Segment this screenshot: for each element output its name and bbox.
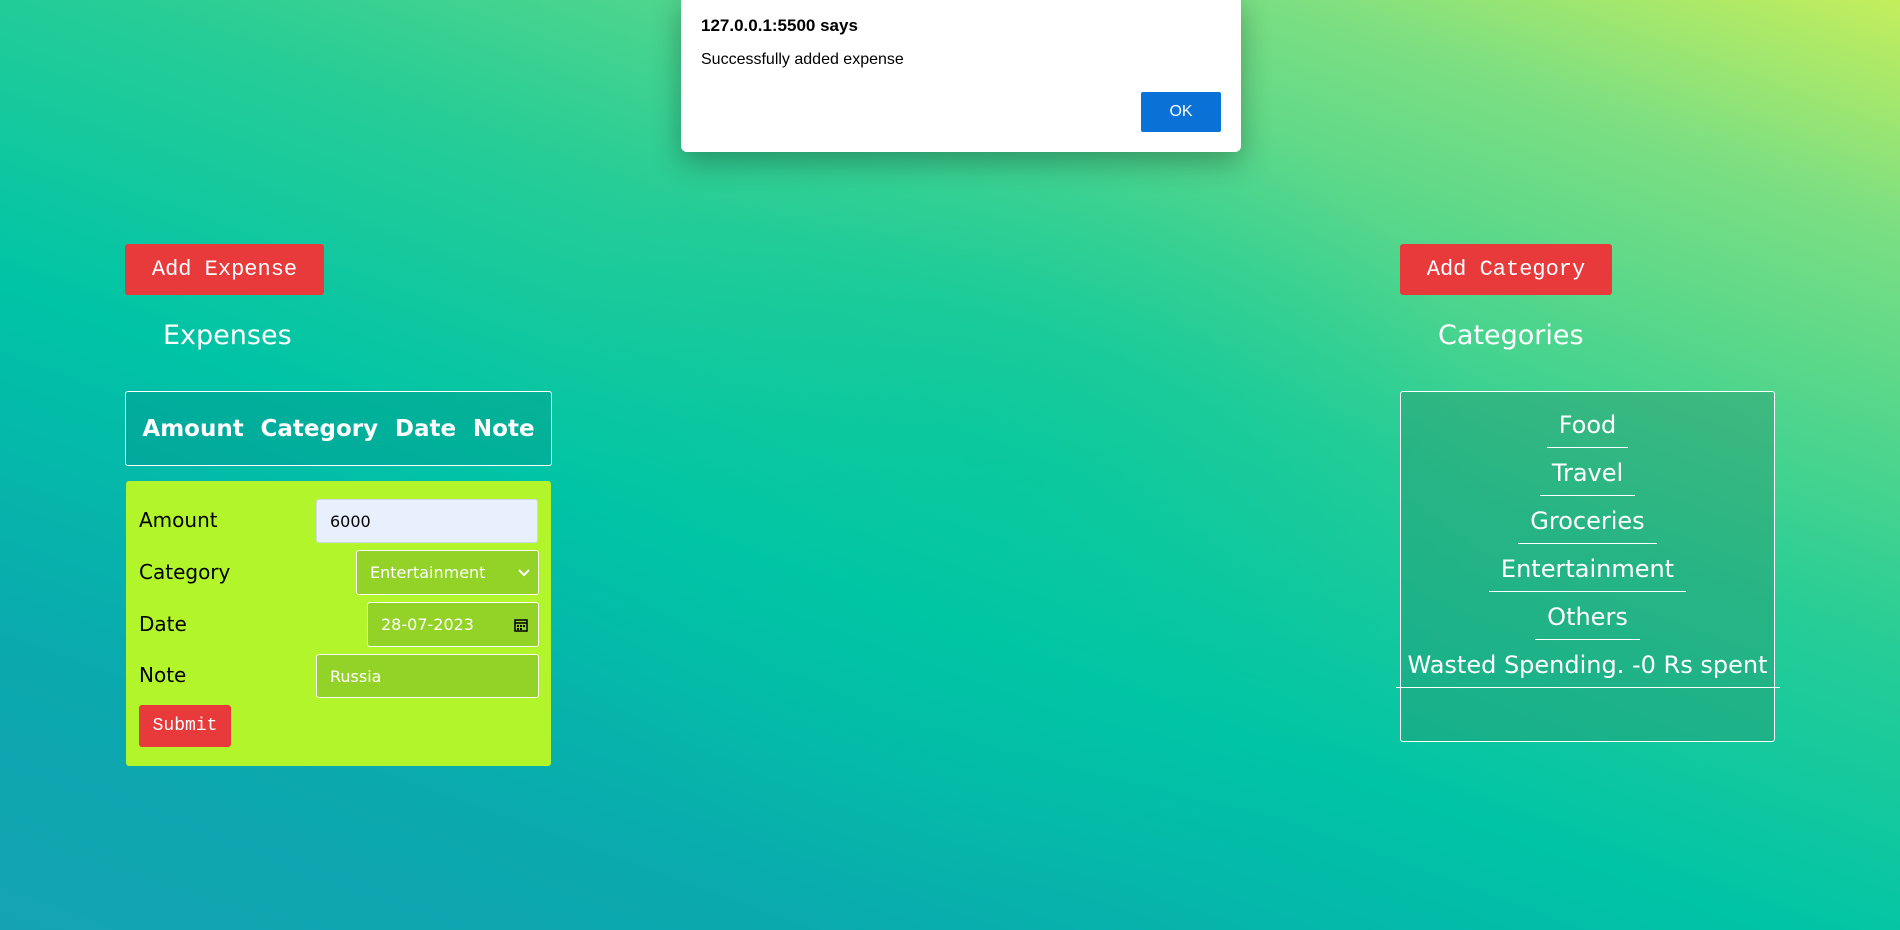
alert-dialog: 127.0.0.1:5500 says Successfully added e…: [681, 0, 1241, 152]
alert-ok-button[interactable]: OK: [1141, 92, 1221, 132]
categories-title: Categories: [1438, 320, 1584, 351]
amount-label: Amount: [139, 508, 218, 532]
column-header-category: Category: [260, 415, 379, 442]
amount-value: 6000: [330, 511, 371, 531]
chevron-down-icon: [518, 568, 530, 577]
calendar-icon[interactable]: [514, 618, 528, 632]
expenses-title: Expenses: [163, 320, 292, 351]
category-item-groceries[interactable]: Groceries: [1518, 501, 1657, 544]
note-input[interactable]: Russia: [316, 654, 539, 698]
categories-list: Food Travel Groceries Entertainment Othe…: [1395, 391, 1780, 742]
add-expense-button[interactable]: Add Expense: [125, 244, 324, 295]
category-select-value: Entertainment: [370, 563, 486, 582]
note-label: Note: [139, 663, 187, 687]
submit-button[interactable]: Submit: [139, 705, 231, 747]
category-item-others[interactable]: Others: [1535, 597, 1640, 640]
category-item-wasted-spending[interactable]: Wasted Spending. -0 Rs spent: [1395, 645, 1780, 688]
date-label: Date: [139, 612, 187, 636]
category-item-entertainment[interactable]: Entertainment: [1488, 549, 1687, 592]
category-select[interactable]: Entertainment: [356, 550, 539, 595]
expenses-table-header: Amount Category Date Note: [125, 391, 552, 466]
alert-message: Successfully added expense: [701, 51, 904, 68]
category-item-food[interactable]: Food: [1546, 405, 1629, 448]
add-category-button[interactable]: Add Category: [1400, 244, 1612, 295]
date-value: 28-07-2023: [381, 615, 474, 634]
column-header-amount: Amount: [142, 415, 244, 442]
amount-input[interactable]: 6000: [316, 499, 538, 543]
date-input[interactable]: 28-07-2023: [367, 602, 539, 647]
category-label: Category: [139, 560, 231, 584]
column-header-date: Date: [394, 415, 457, 442]
column-header-note: Note: [472, 415, 535, 442]
note-value: Russia: [330, 666, 382, 686]
category-item-travel[interactable]: Travel: [1539, 453, 1636, 496]
add-expense-form: Amount 6000 Category Entertainment Date …: [126, 481, 551, 766]
alert-title: 127.0.0.1:5500 says: [701, 16, 858, 35]
